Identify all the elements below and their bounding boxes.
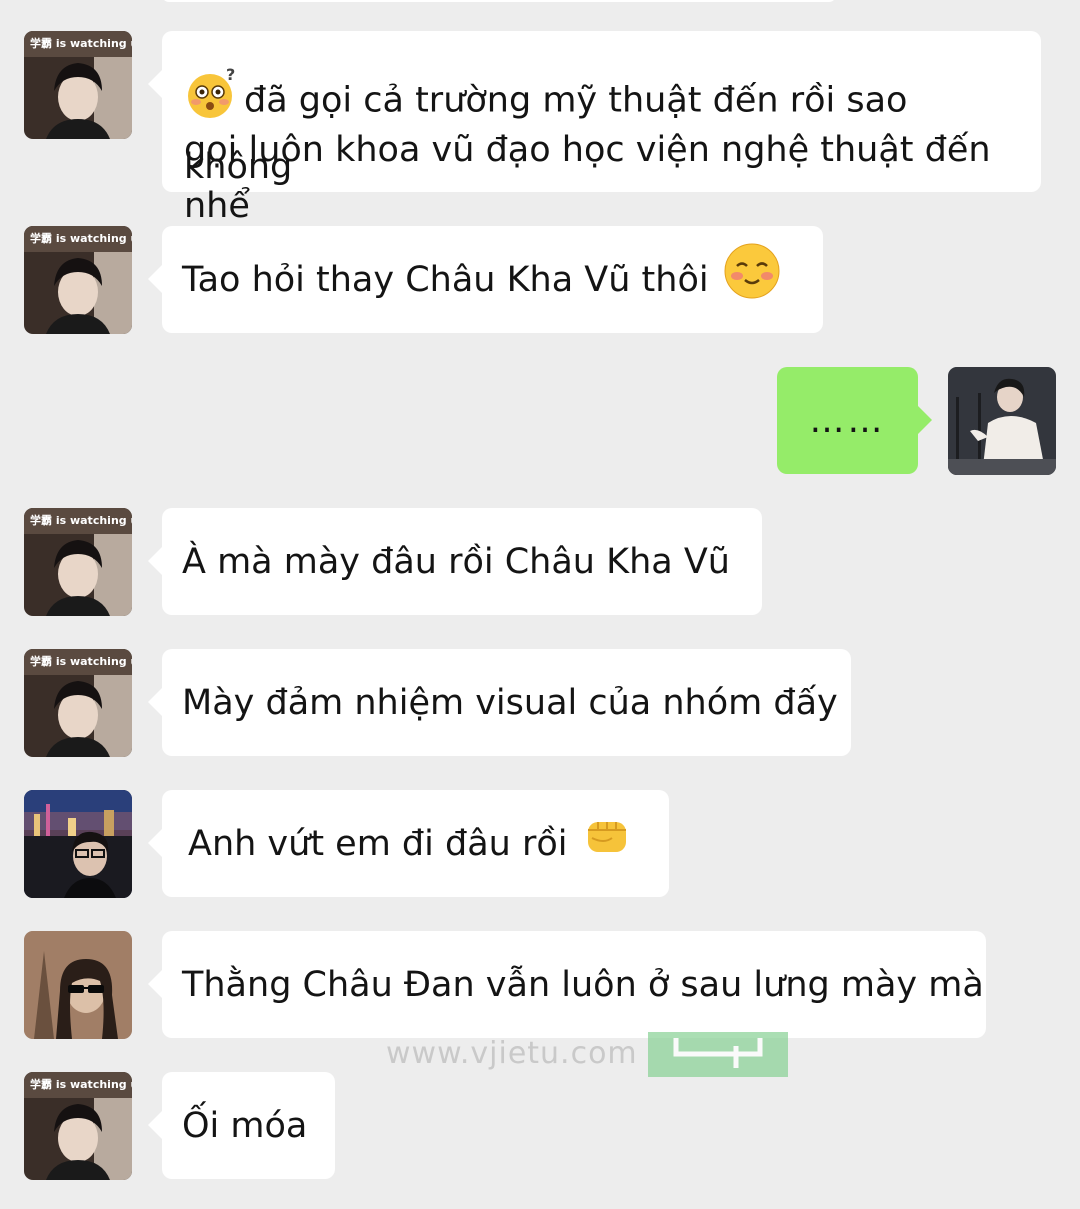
- message-bubble[interactable]: Anh vứt em đi đâu rồi: [148, 790, 669, 897]
- avatar-caption: 学霸 is watching u: [30, 654, 132, 668]
- avatar-caption: 学霸 is watching u: [30, 1077, 132, 1091]
- avatar-caption: 学霸 is watching u: [30, 36, 132, 50]
- my-message-bubble[interactable]: ……: [777, 367, 932, 474]
- message-line: gọi luôn khoa vũ đạo học viện nghệ thuật…: [184, 130, 991, 226]
- message-bubble[interactable]: À mà mày đâu rồi Châu Kha Vũ: [148, 508, 762, 615]
- avatar-user-b[interactable]: [24, 790, 132, 898]
- fist-emoji-icon: [582, 810, 632, 877]
- message-bubble[interactable]: Thằng Châu Đan vẫn luôn ở sau lưng mày m…: [148, 931, 986, 1038]
- message-text: Anh vứt em đi đâu rồi: [188, 823, 568, 864]
- avatar-caption: 学霸 is watching u: [30, 513, 132, 527]
- avatar-user-c[interactable]: [24, 931, 132, 1039]
- avatar-user-a[interactable]: 学霸 is watching u: [24, 649, 132, 757]
- avatar-photo-icon: 学霸 is watching u: [24, 1072, 132, 1180]
- message-text: Ối móa: [182, 1105, 308, 1146]
- previous-message-bubble-edge: [162, 0, 836, 2]
- blushing-smile-emoji-icon: [723, 242, 781, 317]
- watermark-logo-icon: [648, 1032, 788, 1077]
- avatar-caption: 学霸 is watching u: [30, 231, 132, 245]
- message-bubble[interactable]: ? đã gọi cả trường mỹ thuật đến rồi sao …: [148, 31, 1041, 226]
- avatar-me[interactable]: [948, 367, 1056, 475]
- avatar-user-a[interactable]: 学霸 is watching u: [24, 31, 132, 139]
- message-bubble[interactable]: Mày đảm nhiệm visual của nhóm đấy: [148, 649, 851, 756]
- avatar-photo-icon: 学霸 is watching u: [24, 226, 132, 334]
- avatar-user-a[interactable]: 学霸 is watching u: [24, 226, 132, 334]
- avatar-photo-icon: [948, 367, 1056, 475]
- avatar-photo-icon: 学霸 is watching u: [24, 31, 132, 139]
- avatar-photo-icon: [24, 931, 132, 1039]
- message-bubble[interactable]: Tao hỏi thay Châu Kha Vũ thôi: [148, 226, 823, 333]
- message-bubble[interactable]: Ối móa: [148, 1072, 335, 1179]
- avatar-user-a[interactable]: 学霸 is watching u: [24, 508, 132, 616]
- avatar-photo-icon: 学霸 is watching u: [24, 508, 132, 616]
- avatar-photo-icon: 学霸 is watching u: [24, 649, 132, 757]
- message-text: Mày đảm nhiệm visual của nhóm đấy: [182, 682, 838, 723]
- svg-text:?: ?: [226, 65, 235, 84]
- avatar-user-a[interactable]: 学霸 is watching u: [24, 1072, 132, 1180]
- message-text: ……: [809, 400, 886, 441]
- message-text: À mà mày đâu rồi Châu Kha Vũ: [182, 541, 730, 582]
- watermark-text: www.vjietu.com: [386, 1036, 638, 1071]
- message-text: Tao hỏi thay Châu Kha Vũ thôi: [182, 259, 709, 300]
- message-text: Thằng Châu Đan vẫn luôn ở sau lưng mày m…: [182, 964, 984, 1005]
- avatar-photo-icon: [24, 790, 132, 898]
- message-line: ? đã gọi cả trường mỹ thuật đến rồi sao …: [184, 64, 1021, 187]
